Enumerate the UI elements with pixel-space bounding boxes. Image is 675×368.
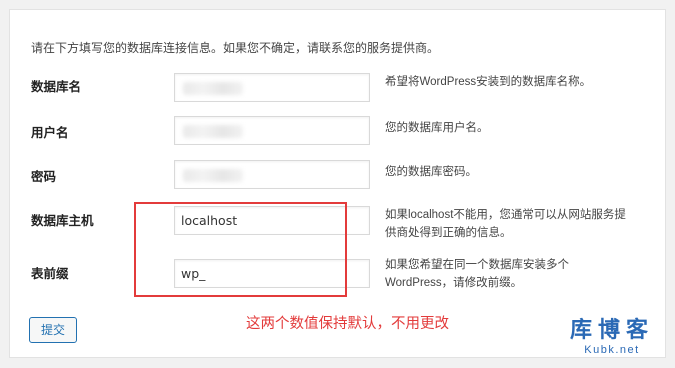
- username-label: 用户名: [31, 126, 69, 140]
- watermark-name: 库博客: [569, 317, 654, 342]
- dbname-field[interactable]: [174, 73, 370, 102]
- intro-text: 请在下方填写您的数据库连接信息。如果您不确定，请联系您的服务提供商。: [31, 41, 440, 55]
- password-field[interactable]: [174, 160, 370, 189]
- highlight-box: [134, 202, 347, 297]
- watermark-logo: 库博客 Kubk.net: [567, 317, 657, 357]
- prefix-label: 表前缀: [31, 267, 69, 281]
- username-field[interactable]: [174, 116, 370, 145]
- watermark-domain: Kubk.net: [584, 344, 640, 356]
- dbhost-help: 如果localhost不能用，您通常可以从网站服务提供商处得到正确的信息。: [385, 209, 626, 239]
- dbname-help: 希望将WordPress安装到的数据库名称。: [385, 76, 592, 88]
- dbhost-label: 数据库主机: [31, 214, 94, 228]
- password-label: 密码: [31, 170, 57, 184]
- redacted-value: [183, 125, 243, 138]
- password-help: 您的数据库密码。: [385, 166, 477, 178]
- setup-form-card: 请在下方填写您的数据库连接信息。如果您不确定，请联系您的服务提供商。 数据库名 …: [9, 9, 666, 358]
- annotation-note: 这两个数值保持默认，不用更改: [246, 316, 449, 332]
- redacted-value: [183, 169, 243, 182]
- prefix-help: 如果您希望在同一个数据库安装多个WordPress，请修改前缀。: [385, 259, 569, 289]
- redacted-value: [183, 82, 243, 95]
- submit-button[interactable]: 提交: [29, 317, 77, 343]
- dbname-label: 数据库名: [31, 80, 82, 94]
- username-help: 您的数据库用户名。: [385, 122, 489, 134]
